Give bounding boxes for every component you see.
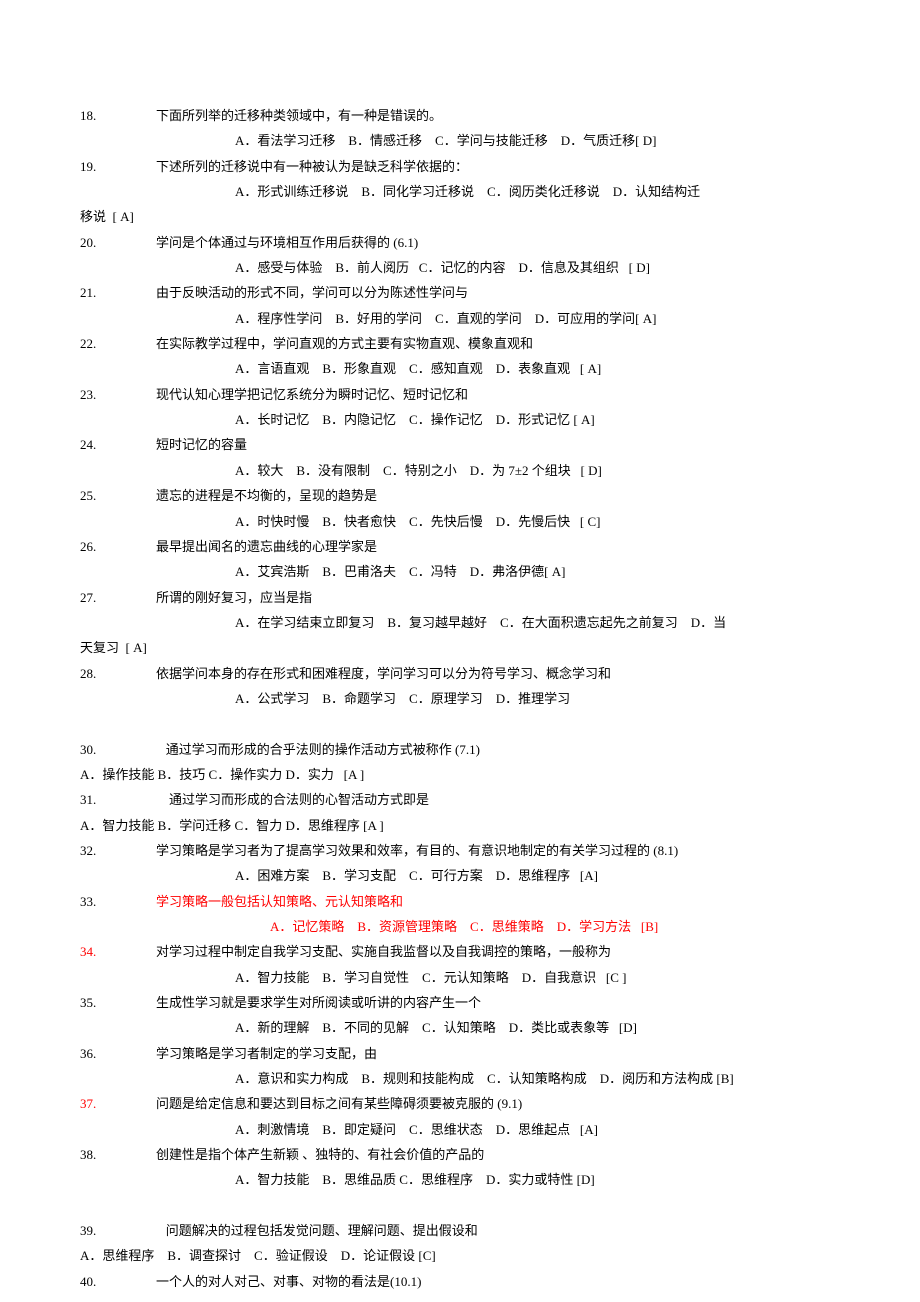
question-continuation: 天复习 [ A] (80, 635, 840, 660)
question-number: 40. (80, 1269, 156, 1294)
question-options: A．记忆策略 B．资源管理策略 C．思维策略 D．学习方法 [B] (80, 914, 840, 939)
question-number: 25. (80, 483, 156, 508)
question-row: 18.下面所列举的迁移种类领域中，有一种是错误的。 (80, 103, 840, 128)
question-text: 生成性学习就是要求学生对所阅读或听讲的内容产生一个 (156, 990, 840, 1015)
question-text: 最早提出闻名的遗忘曲线的心理学家是 (156, 534, 840, 559)
question-row: 27.所谓的刚好复习，应当是指 (80, 585, 840, 610)
question-options: A．思维程序 B．调查探讨 C．验证假设 D．论证假设 [C] (80, 1243, 840, 1268)
question-options: A．操作技能 B．技巧 C．操作实力 D．实力 [A ] (80, 762, 840, 787)
question-options: A．长时记忆 B．内隐记忆 C．操作记忆 D．形式记忆 [ A] (80, 407, 840, 432)
question-row: 39. 问题解决的过程包括发觉问题、理解问题、提出假设和 (80, 1218, 840, 1243)
question-number: 32. (80, 838, 156, 863)
question-row: 24.短时记忆的容量 (80, 432, 840, 457)
question-number: 20. (80, 230, 156, 255)
question-number: 36. (80, 1041, 156, 1066)
question-number: 35. (80, 990, 156, 1015)
question-text: 学问是个体通过与环境相互作用后获得的 (6.1) (156, 230, 840, 255)
question-options: A．意识和实力构成 B．规则和技能构成 C．认知策略构成 D．阅历和方法构成 [… (80, 1066, 840, 1091)
question-row: 23.现代认知心理学把记忆系统分为瞬时记忆、短时记忆和 (80, 382, 840, 407)
question-number: 37. (80, 1091, 156, 1116)
question-options: A．艾宾浩斯 B．巴甫洛夫 C．冯特 D．弗洛伊德[ A] (80, 559, 840, 584)
question-options: A．公式学习 B．命题学习 C．原理学习 D．推理学习 (80, 686, 840, 711)
question-row: 22.在实际教学过程中，学问直观的方式主要有实物直观、模象直观和 (80, 331, 840, 356)
question-row: 35.生成性学习就是要求学生对所阅读或听讲的内容产生一个 (80, 990, 840, 1015)
question-text: 现代认知心理学把记忆系统分为瞬时记忆、短时记忆和 (156, 382, 840, 407)
question-options: A．困难方案 B．学习支配 C．可行方案 D．思维程序 [A] (80, 863, 840, 888)
question-options: A．在学习结束立即复习 B．复习越早越好 C．在大面积遗忘起先之前复习 D．当 (80, 610, 840, 635)
question-row: 30. 通过学习而形成的合乎法则的操作活动方式被称作 (7.1) (80, 737, 840, 762)
question-row: 19.下述所列的迁移说中有一种被认为是缺乏科学依据的： (80, 154, 840, 179)
spacer (80, 1193, 840, 1218)
question-number: 27. (80, 585, 156, 610)
question-row: 21.由于反映活动的形式不同，学问可以分为陈述性学问与 (80, 280, 840, 305)
question-number: 31. (80, 787, 156, 812)
question-row: 32.学习策略是学习者为了提高学习效果和效率，有目的、有意识地制定的有关学习过程… (80, 838, 840, 863)
question-text: 下面所列举的迁移种类领域中，有一种是错误的。 (156, 103, 840, 128)
question-number: 21. (80, 280, 156, 305)
question-options: A．刺激情境 B．即定疑问 C．思维状态 D．思维起点 [A] (80, 1117, 840, 1142)
question-text: 创建性是指个体产生新颖 、独特的、有社会价值的产品的 (156, 1142, 840, 1167)
question-text: 通过学习而形成的合乎法则的操作活动方式被称作 (7.1) (156, 737, 840, 762)
question-continuation: 移说 [ A] (80, 204, 840, 229)
question-row: 36.学习策略是学习者制定的学习支配，由 (80, 1041, 840, 1066)
question-text: 对学习过程中制定自我学习支配、实施自我监督以及自我调控的策略，一般称为 (156, 939, 840, 964)
question-text: 通过学习而形成的合法则的心智活动方式即是 (156, 787, 840, 812)
question-number: 22. (80, 331, 156, 356)
question-options: A．智力技能 B．思维品质 C．思维程序 D．实力或特性 [D] (80, 1167, 840, 1192)
question-number: 34. (80, 939, 156, 964)
spacer (80, 711, 840, 736)
document-page: 18.下面所列举的迁移种类领域中，有一种是错误的。A．看法学习迁移 B．情感迁移… (0, 0, 920, 1302)
question-text: 依据学问本身的存在形式和困难程度，学问学习可以分为符号学习、概念学习和 (156, 661, 840, 686)
question-options: A．言语直观 B．形象直观 C．感知直观 D．表象直观 [ A] (80, 356, 840, 381)
question-options: A．看法学习迁移 B．情感迁移 C．学问与技能迁移 D．气质迁移[ D] (80, 128, 840, 153)
question-row: 26.最早提出闻名的遗忘曲线的心理学家是 (80, 534, 840, 559)
question-row: 37.问题是给定信息和要达到目标之间有某些障碍须要被克服的 (9.1) (80, 1091, 840, 1116)
question-options: A．智力技能 B．学问迁移 C．智力 D．思维程序 [A ] (80, 813, 840, 838)
question-text: 学习策略一般包括认知策略、元认知策略和 (156, 889, 840, 914)
question-number: 23. (80, 382, 156, 407)
question-number: 30. (80, 737, 156, 762)
question-options: A．智力技能 B．学习自觉性 C．元认知策略 D．自我意识 [C ] (80, 965, 840, 990)
question-text: 问题解决的过程包括发觉问题、理解问题、提出假设和 (156, 1218, 840, 1243)
question-row: 25.遗忘的进程是不均衡的，呈现的趋势是 (80, 483, 840, 508)
question-row: 34.对学习过程中制定自我学习支配、实施自我监督以及自我调控的策略，一般称为 (80, 939, 840, 964)
question-number: 24. (80, 432, 156, 457)
question-text: 遗忘的进程是不均衡的，呈现的趋势是 (156, 483, 840, 508)
question-text: 短时记忆的容量 (156, 432, 840, 457)
question-row: 40.一个人的对人对己、对事、对物的看法是(10.1) (80, 1269, 840, 1294)
question-options: A．程序性学问 B．好用的学问 C．直观的学问 D．可应用的学问[ A] (80, 306, 840, 331)
question-text: 由于反映活动的形式不同，学问可以分为陈述性学问与 (156, 280, 840, 305)
question-text: 在实际教学过程中，学问直观的方式主要有实物直观、模象直观和 (156, 331, 840, 356)
question-row: 31. 通过学习而形成的合法则的心智活动方式即是 (80, 787, 840, 812)
question-number: 19. (80, 154, 156, 179)
question-number: 26. (80, 534, 156, 559)
question-options: A．较大 B．没有限制 C．特别之小 D．为 7±2 个组块 [ D] (80, 458, 840, 483)
question-text: 下述所列的迁移说中有一种被认为是缺乏科学依据的： (156, 154, 840, 179)
question-row: 28.依据学问本身的存在形式和困难程度，学问学习可以分为符号学习、概念学习和 (80, 661, 840, 686)
question-text: 问题是给定信息和要达到目标之间有某些障碍须要被克服的 (9.1) (156, 1091, 840, 1116)
question-number: 38. (80, 1142, 156, 1167)
question-text: 所谓的刚好复习，应当是指 (156, 585, 840, 610)
question-row: 38.创建性是指个体产生新颖 、独特的、有社会价值的产品的 (80, 1142, 840, 1167)
question-number: 18. (80, 103, 156, 128)
question-text: 学习策略是学习者制定的学习支配，由 (156, 1041, 840, 1066)
question-text: 学习策略是学习者为了提高学习效果和效率，有目的、有意识地制定的有关学习过程的 (… (156, 838, 840, 863)
question-row: 33.学习策略一般包括认知策略、元认知策略和 (80, 889, 840, 914)
question-number: 28. (80, 661, 156, 686)
question-options: A．形式训练迁移说 B．同化学习迁移说 C．阅历类化迁移说 D．认知结构迁 (80, 179, 840, 204)
question-number: 39. (80, 1218, 156, 1243)
question-options: A．时快时慢 B．快者愈快 C．先快后慢 D．先慢后快 [ C] (80, 509, 840, 534)
question-text: 一个人的对人对己、对事、对物的看法是(10.1) (156, 1269, 840, 1294)
question-options: A．感受与体验 B．前人阅历 C．记忆的内容 D．信息及其组织 [ D] (80, 255, 840, 280)
question-options: A．新的理解 B．不同的见解 C．认知策略 D．类比或表象等 [D] (80, 1015, 840, 1040)
question-number: 33. (80, 889, 156, 914)
question-row: 20.学问是个体通过与环境相互作用后获得的 (6.1) (80, 230, 840, 255)
